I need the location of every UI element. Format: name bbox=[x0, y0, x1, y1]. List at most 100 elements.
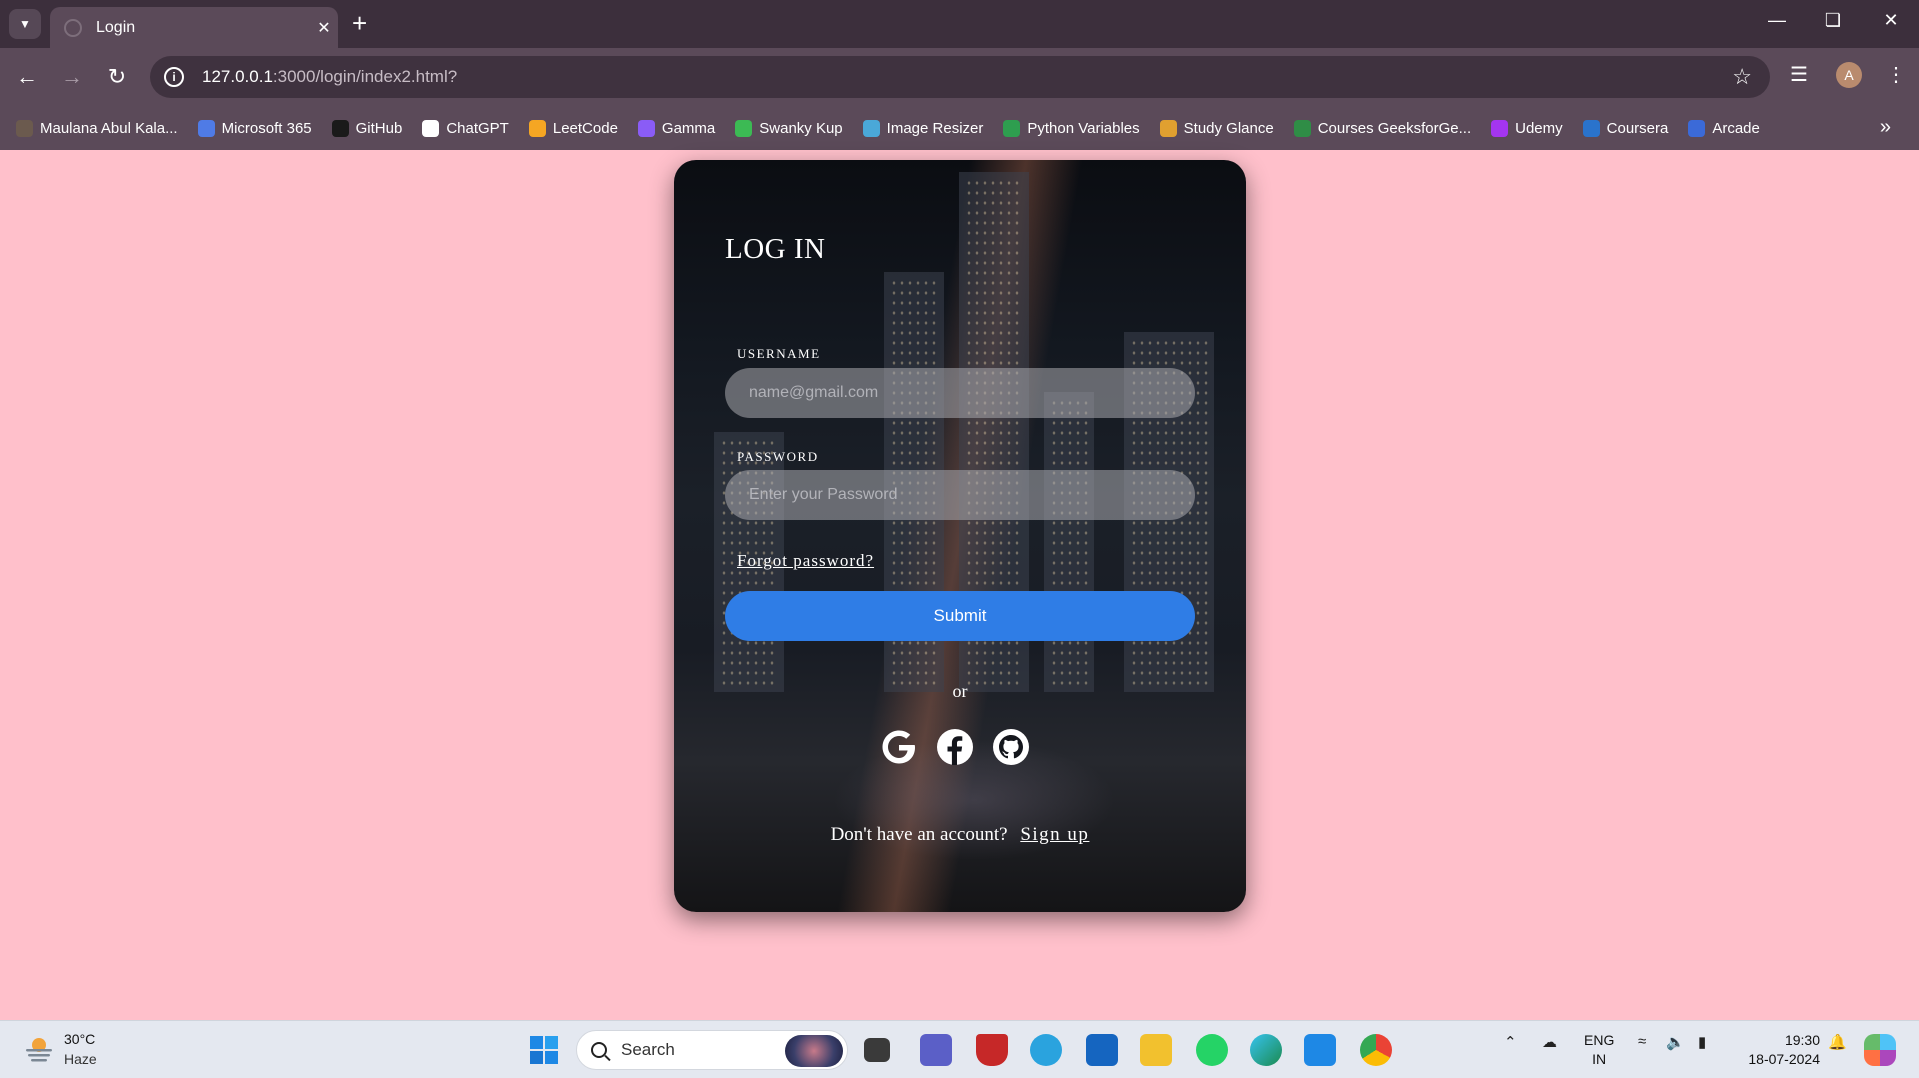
search-icon bbox=[591, 1042, 607, 1058]
battery-icon[interactable]: ▮ bbox=[1698, 1033, 1706, 1051]
google-icon[interactable] bbox=[879, 727, 919, 767]
windows-taskbar: 30°C Haze Search ⌃ ☁ ENG IN ≈ 🔈 ▮ 19:30 … bbox=[0, 1020, 1919, 1078]
tab-close-icon[interactable]: ✕ bbox=[310, 18, 338, 38]
copilot-icon[interactable] bbox=[1864, 1034, 1896, 1066]
signup-link[interactable]: Sign up bbox=[1020, 824, 1089, 845]
browser-tab-strip: ▼ Login ✕ + — ❏ ✕ bbox=[0, 0, 1919, 48]
bookmark-favicon-icon bbox=[197, 119, 215, 137]
bookmark-item[interactable]: Microsoft 365 bbox=[197, 119, 312, 137]
close-window-button[interactable]: ✕ bbox=[1876, 10, 1906, 31]
mcafee-icon[interactable] bbox=[976, 1034, 1008, 1066]
browser-toolbar: ← → ↻ i 127.0.0.1:3000/login/index2.html… bbox=[0, 48, 1919, 106]
tab-favicon-icon bbox=[64, 18, 82, 37]
task-view-icon[interactable] bbox=[864, 1038, 890, 1062]
bookmark-item[interactable]: Image Resizer bbox=[862, 119, 984, 137]
site-info-icon[interactable]: i bbox=[164, 67, 184, 87]
bookmark-label: Python Variables bbox=[1027, 119, 1140, 137]
facebook-icon[interactable] bbox=[935, 727, 975, 767]
login-card: LOG IN USERNAME PASSWORD Forgot password… bbox=[674, 160, 1246, 912]
forward-button[interactable]: → bbox=[57, 62, 87, 92]
password-label: PASSWORD bbox=[737, 449, 819, 464]
show-hidden-icons-chevron-icon[interactable]: ⌃ bbox=[1504, 1033, 1517, 1051]
bookmark-favicon-icon bbox=[637, 119, 655, 137]
bookmark-item[interactable]: Courses GeeksforGe... bbox=[1293, 119, 1472, 137]
vscode-icon[interactable] bbox=[1304, 1034, 1336, 1066]
login-title: LOG IN bbox=[725, 233, 826, 265]
restore-button[interactable]: ❏ bbox=[1818, 10, 1848, 31]
volume-icon[interactable]: 🔈 bbox=[1666, 1033, 1685, 1051]
haze-weather-icon[interactable] bbox=[24, 1035, 54, 1063]
bookmark-favicon-icon bbox=[528, 119, 546, 137]
bookmark-item[interactable]: Gamma bbox=[637, 119, 715, 137]
password-input[interactable] bbox=[725, 470, 1195, 520]
bookmark-item[interactable]: Study Glance bbox=[1159, 119, 1274, 137]
telegram-icon[interactable] bbox=[1030, 1034, 1062, 1066]
bookmark-item[interactable]: Maulana Abul Kala... bbox=[16, 119, 178, 137]
notification-bell-icon[interactable]: 🔔 bbox=[1828, 1033, 1847, 1051]
github-icon[interactable] bbox=[991, 727, 1031, 767]
tab-search-button[interactable]: ▼ bbox=[9, 9, 41, 39]
username-label: USERNAME bbox=[737, 346, 821, 361]
bookmark-item[interactable]: Swanky Kup bbox=[735, 119, 843, 137]
bookmark-label: Courses GeeksforGe... bbox=[1317, 119, 1472, 137]
chrome-icon[interactable] bbox=[1360, 1034, 1392, 1066]
wifi-icon[interactable]: ≈ bbox=[1638, 1033, 1646, 1050]
bookmark-favicon-icon bbox=[862, 119, 880, 137]
minimize-button[interactable]: — bbox=[1762, 10, 1792, 31]
bookmark-label: GitHub bbox=[355, 119, 403, 137]
weather-temperature: 30°C bbox=[64, 1031, 96, 1047]
taskbar-search-box[interactable]: Search bbox=[576, 1030, 848, 1070]
bookmark-item[interactable]: LeetCode bbox=[528, 119, 618, 137]
microsoft-store-icon[interactable] bbox=[1086, 1034, 1118, 1066]
windows-start-icon[interactable] bbox=[528, 1034, 560, 1066]
reload-button[interactable]: ↻ bbox=[102, 62, 132, 92]
back-button[interactable]: ← bbox=[12, 62, 42, 92]
url-path: :3000/login/index2.html? bbox=[272, 67, 458, 86]
profile-avatar[interactable]: A bbox=[1836, 62, 1862, 88]
bookmark-label: Study Glance bbox=[1183, 119, 1274, 137]
address-bar[interactable]: i 127.0.0.1:3000/login/index2.html? ☆ bbox=[150, 56, 1770, 98]
bookmark-favicon-icon bbox=[1293, 119, 1311, 137]
url-host: 127.0.0.1 bbox=[202, 67, 273, 86]
browser-menu-icon[interactable]: ⋮ bbox=[1886, 62, 1906, 87]
bookmark-label: Coursera bbox=[1606, 119, 1669, 137]
signup-row: Don't have an account? Sign up bbox=[674, 824, 1246, 846]
bookmark-item[interactable]: Udemy bbox=[1491, 119, 1563, 137]
new-tab-button[interactable]: + bbox=[352, 10, 367, 36]
bookmark-item[interactable]: GitHub bbox=[331, 119, 403, 137]
bookmark-item[interactable]: Python Variables bbox=[1003, 119, 1140, 137]
edge-icon[interactable] bbox=[1250, 1034, 1282, 1066]
bookmark-label: Maulana Abul Kala... bbox=[40, 119, 178, 137]
whatsapp-icon[interactable] bbox=[1196, 1034, 1228, 1066]
browser-tab-login[interactable]: Login ✕ bbox=[50, 7, 338, 48]
bookmark-item[interactable]: ChatGPT bbox=[422, 119, 509, 137]
tab-title: Login bbox=[96, 18, 136, 36]
bookmark-favicon-icon bbox=[422, 119, 440, 137]
file-explorer-icon[interactable] bbox=[1140, 1034, 1172, 1066]
media-control-icon[interactable]: ☰ bbox=[1790, 62, 1808, 87]
bookmarks-overflow-chevron-icon[interactable]: » bbox=[1880, 116, 1891, 139]
bookmark-label: Image Resizer bbox=[886, 119, 984, 137]
system-clock[interactable]: 19:30 18-07-2024 bbox=[1736, 1031, 1820, 1069]
bookmark-item[interactable]: Coursera bbox=[1582, 119, 1669, 137]
onedrive-icon[interactable]: ☁ bbox=[1542, 1033, 1557, 1051]
bookmark-favicon-icon bbox=[1003, 119, 1021, 137]
language-region: IN bbox=[1592, 1051, 1607, 1067]
bookmark-star-icon[interactable]: ☆ bbox=[1732, 64, 1752, 90]
bookmark-label: Udemy bbox=[1515, 119, 1563, 137]
username-input[interactable] bbox=[725, 368, 1195, 418]
language-code: ENG bbox=[1584, 1032, 1615, 1048]
bookmark-favicon-icon bbox=[1491, 119, 1509, 137]
clock-date: 18-07-2024 bbox=[1748, 1051, 1820, 1067]
background-building bbox=[1044, 392, 1094, 692]
forgot-password-link[interactable]: Forgot password? bbox=[737, 551, 874, 571]
bookmark-item[interactable]: Arcade bbox=[1688, 119, 1760, 137]
bookmark-favicon-icon bbox=[735, 119, 753, 137]
bookmark-label: ChatGPT bbox=[446, 119, 509, 137]
bookmark-favicon-icon bbox=[1688, 119, 1706, 137]
language-indicator[interactable]: ENG IN bbox=[1584, 1031, 1614, 1069]
bookmark-favicon-icon bbox=[331, 119, 349, 137]
teams-icon[interactable] bbox=[920, 1034, 952, 1066]
submit-button[interactable]: Submit bbox=[725, 591, 1195, 641]
bookmarks-bar: Maulana Abul Kala... Microsoft 365 GitHub C… bbox=[0, 106, 1919, 150]
